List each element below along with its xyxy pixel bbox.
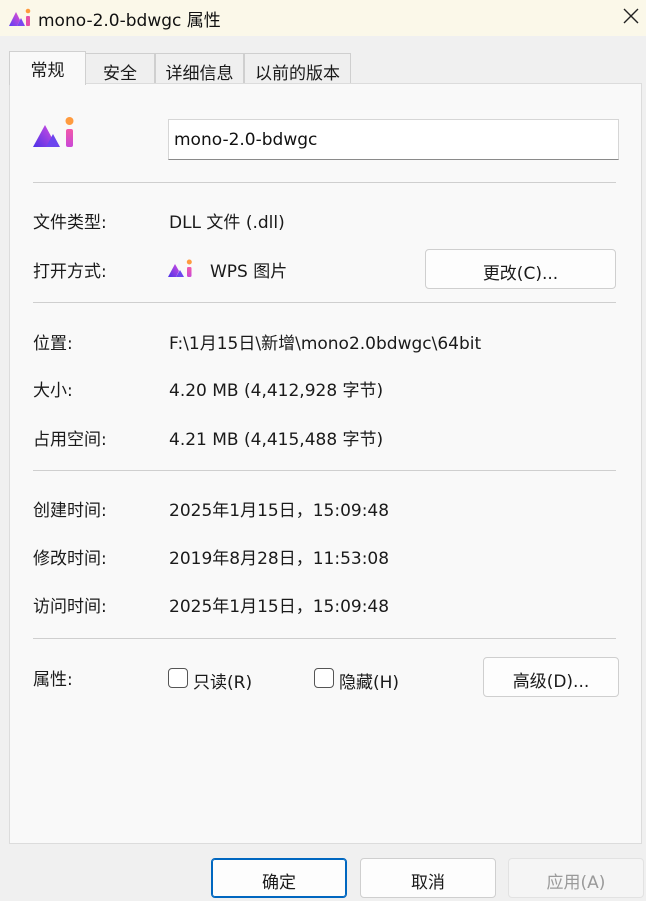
modified-value: 2019年8月28日，11:53:08	[169, 549, 390, 569]
tab-previous-versions[interactable]: 以前的版本	[244, 53, 351, 85]
separator	[33, 302, 616, 303]
accessed-label: 访问时间:	[33, 597, 107, 617]
attributes-label: 属性:	[33, 670, 73, 690]
location-label: 位置:	[33, 334, 73, 354]
readonly-label[interactable]: 只读(R)	[193, 668, 252, 693]
tab-security[interactable]: 安全	[85, 53, 155, 85]
cancel-button[interactable]: 取消	[360, 858, 496, 898]
wps-picture-icon	[168, 259, 192, 277]
general-panel	[9, 83, 642, 844]
tab-details[interactable]: 详细信息	[155, 53, 244, 85]
opens-with-value: WPS 图片	[210, 262, 288, 282]
separator	[33, 470, 616, 471]
hidden-label[interactable]: 隐藏(H)	[339, 668, 399, 693]
created-label: 创建时间:	[33, 501, 107, 521]
file-type-label: 文件类型:	[33, 213, 107, 233]
ok-button[interactable]: 确定	[211, 858, 347, 898]
opens-with-label: 打开方式:	[33, 262, 107, 282]
window-title: mono-2.0-bdwgc 属性	[38, 11, 221, 31]
close-icon[interactable]	[620, 5, 642, 27]
apply-button[interactable]: 应用(A)	[508, 858, 644, 898]
hidden-checkbox[interactable]	[314, 668, 334, 688]
accessed-value: 2025年1月15日，15:09:48	[169, 597, 390, 617]
size-value: 4.20 MB (4,412,928 字节)	[169, 381, 384, 401]
location-value: F:\1月15日\新增\mono2.0bdwgc\64bit	[169, 334, 482, 354]
readonly-checkbox[interactable]	[168, 668, 188, 688]
separator	[33, 638, 616, 639]
file-name-input[interactable]	[168, 119, 619, 160]
modified-label: 修改时间:	[33, 549, 107, 569]
size-on-disk-value: 4.21 MB (4,415,488 字节)	[169, 430, 384, 450]
wps-picture-icon	[9, 8, 31, 26]
change-button[interactable]: 更改(C)...	[425, 249, 616, 289]
wps-picture-icon	[33, 117, 74, 147]
tab-general[interactable]: 常规	[9, 51, 86, 85]
created-value: 2025年1月15日，15:09:48	[169, 501, 390, 521]
size-label: 大小:	[33, 381, 73, 401]
tab-strip: 常规 安全 详细信息 以前的版本	[0, 51, 646, 85]
advanced-button[interactable]: 高级(D)...	[483, 657, 619, 697]
title-bar: mono-2.0-bdwgc 属性	[0, 0, 646, 36]
size-on-disk-label: 占用空间:	[33, 430, 107, 450]
separator	[33, 182, 616, 183]
file-type-value: DLL 文件 (.dll)	[169, 213, 285, 233]
